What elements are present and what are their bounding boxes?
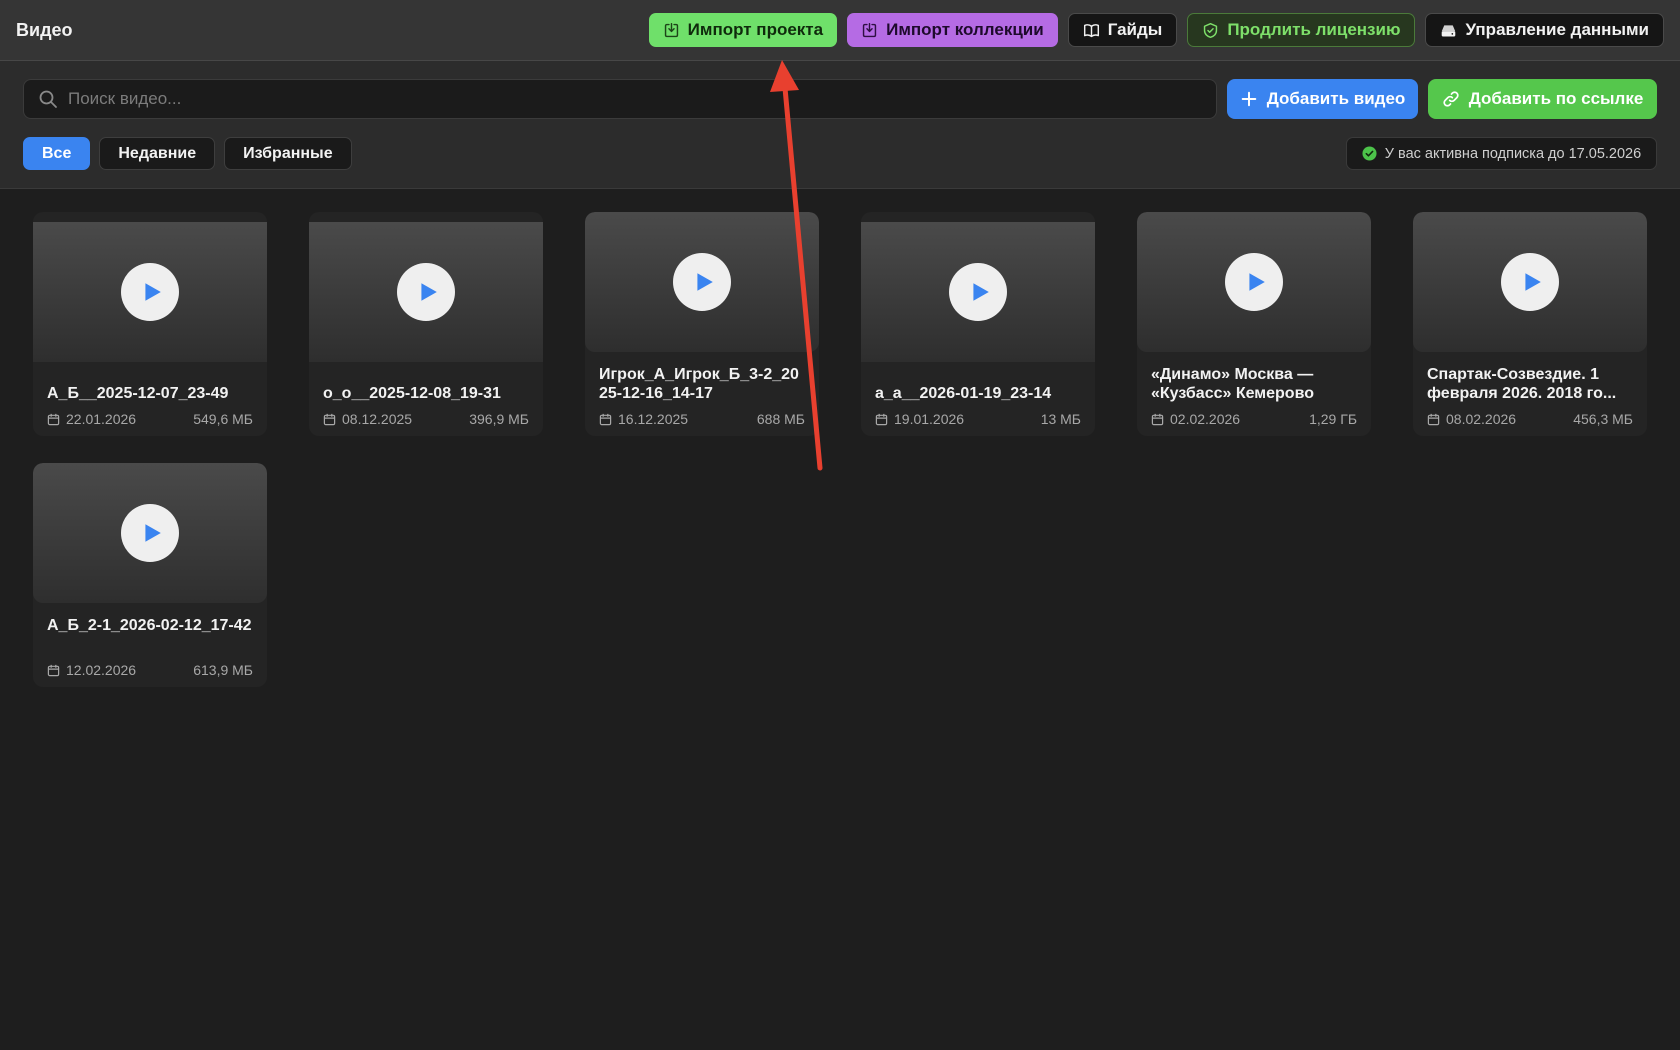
video-date: 19.01.2026 <box>894 411 965 427</box>
calendar-icon <box>47 413 60 425</box>
import-project-label: Импорт проекта <box>687 20 824 39</box>
play-icon <box>1249 273 1265 291</box>
video-date: 12.02.2026 <box>66 662 137 678</box>
play-icon <box>697 273 713 291</box>
video-thumbnail[interactable] <box>861 222 1095 362</box>
play-button[interactable] <box>121 263 179 321</box>
video-size: 13 МБ <box>1040 411 1081 427</box>
video-size: 688 МБ <box>756 411 805 427</box>
video-size: 396,9 МБ <box>469 411 529 427</box>
import-collection-label: Импорт коллекции <box>886 20 1044 39</box>
link-icon <box>1443 91 1459 107</box>
video-size: 456,3 МБ <box>1573 411 1633 427</box>
video-meta: 19.01.2026 13 МБ <box>875 411 1081 427</box>
import-collection-button[interactable]: Импорт коллекции <box>847 13 1058 47</box>
play-button[interactable] <box>397 263 455 321</box>
video-title: А_Б_2-1_2026-02-12_17-42 <box>47 617 252 634</box>
tab-recent[interactable]: Недавние <box>99 137 216 170</box>
search-input[interactable] <box>68 89 1216 109</box>
header-actions: Импорт проекта Импорт коллекции Гайды Пр… <box>648 13 1664 47</box>
play-icon <box>421 283 437 301</box>
play-icon <box>145 283 161 301</box>
plus-icon <box>1241 91 1256 107</box>
check-circle-icon <box>1362 146 1377 161</box>
import-project-button[interactable]: Импорт проекта <box>648 13 838 47</box>
play-button[interactable] <box>673 253 731 311</box>
video-thumbnail[interactable] <box>309 222 543 362</box>
calendar-icon <box>47 664 60 676</box>
video-grid: А_Б__2025-12-07_23-49 22.01.2026 549,6 М… <box>33 212 1658 687</box>
video-title: А_Б__2025-12-07_23-49 <box>47 385 229 402</box>
book-icon <box>1083 23 1099 37</box>
video-size: 613,9 МБ <box>193 662 253 678</box>
video-date: 08.12.2025 <box>342 411 413 427</box>
video-meta: 08.02.2026 456,3 МБ <box>1427 411 1633 427</box>
video-date: 02.02.2026 <box>1170 411 1241 427</box>
video-title: Игрок_А_Игрок_Б_3-2_2025-12-16_14-17 <box>599 366 799 402</box>
video-thumbnail[interactable] <box>1137 212 1371 352</box>
guides-button[interactable]: Гайды <box>1067 13 1178 47</box>
play-button[interactable] <box>1501 253 1559 311</box>
video-card[interactable]: Спартак-Созвездие. 1 февраля 2026. 2018 … <box>1413 212 1647 436</box>
video-card[interactable]: А_Б_2-1_2026-02-12_17-42 12.02.2026 613,… <box>33 463 267 687</box>
play-icon <box>1525 273 1541 291</box>
search-box[interactable] <box>23 79 1217 119</box>
video-title: а_а__2026-01-19_23-14 <box>875 385 1052 402</box>
shield-check-icon <box>1204 22 1218 38</box>
guides-label: Гайды <box>1107 20 1163 39</box>
video-title: Спартак-Созвездие. 1 февраля 2026. 2018 … <box>1427 366 1617 402</box>
page-title: Видео <box>16 19 73 40</box>
video-card[interactable]: А_Б__2025-12-07_23-49 22.01.2026 549,6 М… <box>33 212 267 436</box>
video-date: 22.01.2026 <box>66 411 137 427</box>
import-icon <box>664 22 678 37</box>
play-button[interactable] <box>121 504 179 562</box>
search-icon <box>39 90 57 108</box>
add-by-link-label: Добавить по ссылке <box>1468 89 1644 108</box>
extend-license-label: Продлить лицензию <box>1227 20 1401 39</box>
video-card[interactable]: а_а__2026-01-19_23-14 19.01.2026 13 МБ <box>861 212 1095 436</box>
app-header: Видео Импорт проекта Импорт коллекции Га… <box>0 0 1680 61</box>
add-video-label: Добавить видео <box>1266 89 1406 108</box>
video-card[interactable]: «Динамо» Москва — «Кузбасс» Кемерово 02.… <box>1137 212 1371 436</box>
tab-all[interactable]: Все <box>23 137 91 170</box>
video-title: о_о__2025-12-08_19-31 <box>323 385 501 402</box>
calendar-icon <box>875 413 888 425</box>
data-management-button[interactable]: Управление данными <box>1425 13 1664 47</box>
video-thumbnail[interactable] <box>33 222 267 362</box>
video-thumbnail[interactable] <box>33 463 267 603</box>
play-button[interactable] <box>1225 253 1283 311</box>
extend-license-button[interactable]: Продлить лицензию <box>1187 13 1416 47</box>
video-card[interactable]: Игрок_А_Игрок_Б_3-2_2025-12-16_14-17 16.… <box>585 212 819 436</box>
tab-favorites[interactable]: Избранные <box>224 137 352 170</box>
video-meta: 02.02.2026 1,29 ГБ <box>1151 411 1357 427</box>
calendar-icon <box>323 413 336 425</box>
video-meta: 16.12.2025 688 МБ <box>599 411 805 427</box>
video-thumbnail[interactable] <box>585 212 819 352</box>
video-title: «Динамо» Москва — «Кузбасс» Кемерово <box>1151 366 1314 402</box>
subscription-badge: У вас активна подписка до 17.05.2026 <box>1346 137 1657 170</box>
video-size: 549,6 МБ <box>193 411 253 427</box>
calendar-icon <box>1427 413 1440 425</box>
add-video-button[interactable]: Добавить видео <box>1227 79 1418 119</box>
video-size: 1,29 ГБ <box>1309 411 1357 427</box>
calendar-icon <box>599 413 612 425</box>
hard-drive-icon <box>1442 24 1456 36</box>
video-meta: 22.01.2026 549,6 МБ <box>47 411 253 427</box>
data-management-label: Управление данными <box>1465 20 1649 39</box>
play-button[interactable] <box>949 263 1007 321</box>
video-thumbnail[interactable] <box>1413 212 1647 352</box>
video-date: 08.02.2026 <box>1446 411 1517 427</box>
video-meta: 12.02.2026 613,9 МБ <box>47 662 253 678</box>
play-icon <box>145 524 161 542</box>
video-date: 16.12.2025 <box>618 411 689 427</box>
add-by-link-button[interactable]: Добавить по ссылке <box>1428 79 1657 119</box>
play-icon <box>973 283 989 301</box>
import-icon <box>862 22 877 37</box>
video-card[interactable]: о_о__2025-12-08_19-31 08.12.2025 396,9 М… <box>309 212 543 436</box>
toolbar: Добавить видео Добавить по ссылке Все Не… <box>0 61 1680 189</box>
calendar-icon <box>1151 413 1164 425</box>
subscription-text: У вас активна подписка до 17.05.2026 <box>1384 145 1642 162</box>
filter-tabs: Все Недавние Избранные <box>23 137 352 170</box>
video-meta: 08.12.2025 396,9 МБ <box>323 411 529 427</box>
